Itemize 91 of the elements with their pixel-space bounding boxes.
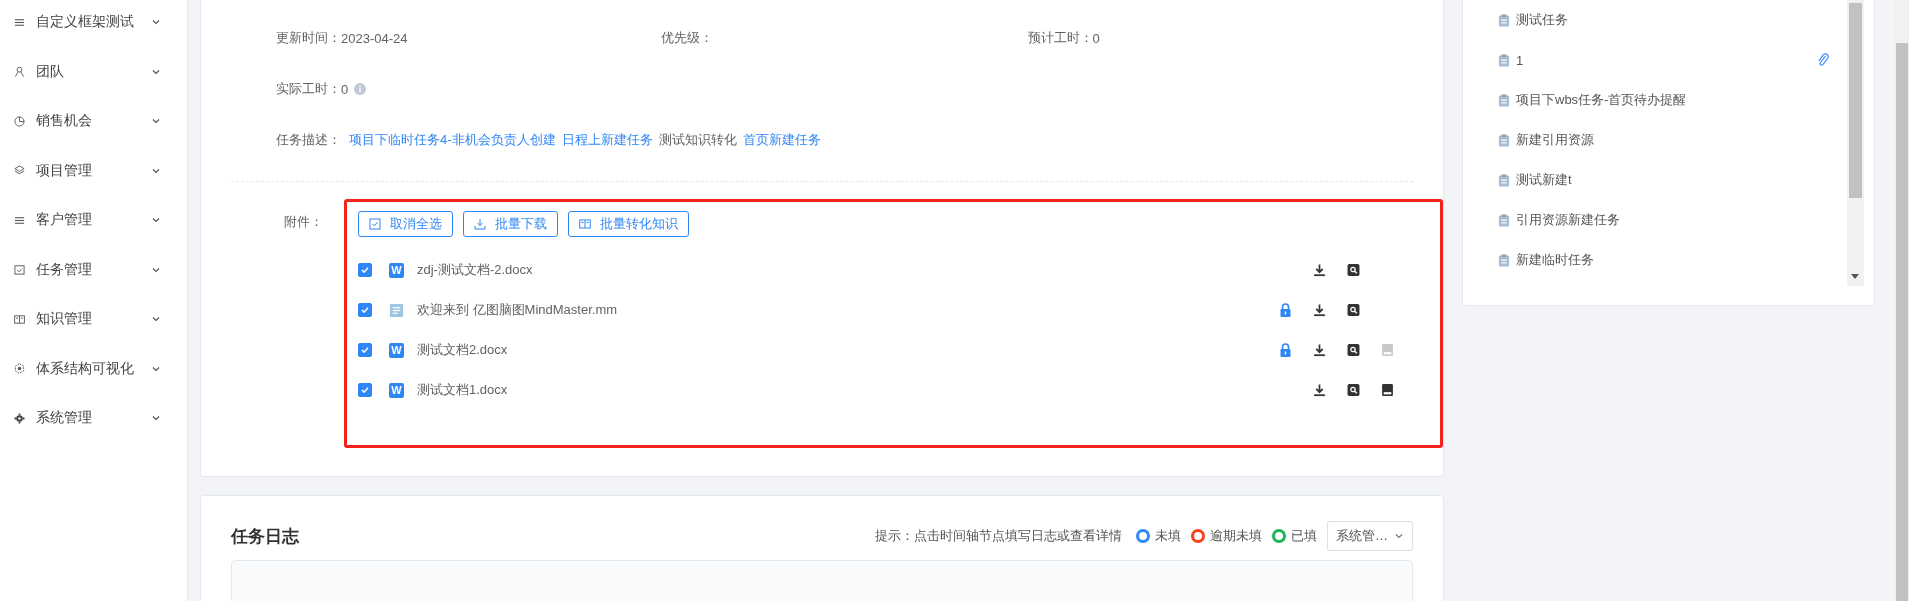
sidebar-item[interactable]: 任务管理 xyxy=(0,250,187,289)
chevron-icon xyxy=(1394,531,1404,541)
checkmark-icon xyxy=(359,304,371,316)
file-name[interactable]: zdj-测试文档-2.docx xyxy=(417,261,1268,279)
preview-icon[interactable] xyxy=(1346,343,1360,357)
description-text: 测试知识转化 xyxy=(658,131,737,149)
menu-icon xyxy=(14,16,25,28)
legend-label: 已填 xyxy=(1291,527,1317,545)
resource-item[interactable]: 测试任务 xyxy=(1498,0,1847,40)
description-link[interactable]: 首页新建任务 xyxy=(742,131,821,149)
chevron-icon xyxy=(151,116,161,126)
preview-icon[interactable] xyxy=(1346,383,1360,397)
book-icon[interactable] xyxy=(1380,383,1394,397)
checkbox[interactable] xyxy=(358,383,372,397)
calendar-icon xyxy=(14,264,25,275)
checkbox[interactable] xyxy=(358,263,372,277)
resource-item[interactable]: 新建引用资源 xyxy=(1498,120,1847,160)
preview-icon[interactable] xyxy=(1346,263,1360,277)
download-icon[interactable] xyxy=(1312,303,1326,317)
chevron-icon xyxy=(151,413,161,423)
checkbox[interactable] xyxy=(358,303,372,317)
field-label: 附件： xyxy=(284,213,324,231)
scrollbar[interactable] xyxy=(1894,0,1909,601)
word-file-icon: W xyxy=(389,342,404,358)
legend-label: 未填 xyxy=(1155,527,1181,545)
sidebar-item[interactable]: 团队 xyxy=(0,52,187,91)
download-icon[interactable] xyxy=(1312,263,1326,277)
field-label: 实际工时： xyxy=(276,80,341,98)
field-label: 任务描述： xyxy=(276,131,341,149)
resource-item[interactable]: 项目下wbs任务-首页待办提醒 xyxy=(1498,80,1847,120)
word-file-icon: W xyxy=(389,382,404,398)
sidebar-item[interactable]: 自定义框架测试 xyxy=(0,3,187,41)
sidebar-item[interactable]: 体系结构可视化 xyxy=(0,349,187,388)
field-label: 预计工时： xyxy=(1027,29,1093,47)
book-icon xyxy=(579,218,591,230)
file-name[interactable]: 欢迎来到 亿图脑图MindMaster.mm xyxy=(417,301,1268,319)
user-select[interactable]: 系统管… xyxy=(1327,521,1413,551)
legend-label: 逾期未填 xyxy=(1210,527,1262,545)
resource-item[interactable]: 新建临时任务 xyxy=(1498,240,1847,280)
clipboard-icon xyxy=(1498,173,1510,187)
download-icon[interactable] xyxy=(1312,383,1326,397)
book-icon xyxy=(14,313,25,325)
scroll-down-icon[interactable] xyxy=(1851,274,1859,280)
chevron-icon xyxy=(151,314,161,324)
network-icon xyxy=(14,363,25,374)
clipboard-icon xyxy=(1498,53,1510,67)
field-label: 更新时间： xyxy=(276,29,341,47)
settings-icon xyxy=(14,412,25,424)
menu-icon xyxy=(14,214,25,226)
description-link[interactable]: 项目下临时任务4-非机会负责人创建 xyxy=(349,131,556,149)
hint-text: 提示：点击时间轴节点填写日志或查看详情 xyxy=(875,527,1122,545)
checkmark-icon xyxy=(359,344,371,356)
checkbox[interactable] xyxy=(358,343,372,357)
field-value: 2023-04-24 xyxy=(341,30,408,46)
outline-button[interactable]: 取消全选 xyxy=(358,211,453,237)
resource-item[interactable]: 测试新建t xyxy=(1498,160,1847,200)
word-file-icon: W xyxy=(389,262,404,278)
file-name[interactable]: 测试文档1.docx xyxy=(417,381,1268,399)
clipboard-icon xyxy=(1498,253,1510,267)
sidebar-item[interactable]: 系统管理 xyxy=(0,399,187,437)
preview-icon[interactable] xyxy=(1346,303,1360,317)
clipboard-icon xyxy=(1498,213,1510,227)
clipboard-icon xyxy=(1498,133,1510,147)
clipboard-icon xyxy=(1498,13,1510,27)
pie-chart-icon xyxy=(14,115,25,127)
resource-item[interactable]: 1 xyxy=(1498,40,1847,80)
chevron-icon xyxy=(151,215,161,225)
field-value: 0 xyxy=(1092,30,1100,46)
resource-item[interactable]: 引用资源新建任务 xyxy=(1498,200,1847,240)
sidebar-item[interactable]: 客户管理 xyxy=(0,201,187,239)
checkmark-icon xyxy=(359,264,371,276)
checkmark-icon xyxy=(359,384,371,396)
sidebar-item[interactable]: 项目管理 xyxy=(0,151,187,190)
layers-icon xyxy=(14,165,25,176)
field-label: 优先级： xyxy=(661,29,714,47)
scrollbar[interactable] xyxy=(1847,0,1864,286)
chevron-icon xyxy=(151,17,161,27)
clipboard-icon xyxy=(1498,93,1510,107)
document-icon xyxy=(389,302,404,318)
field-value: 0 xyxy=(341,81,349,97)
download-icon[interactable] xyxy=(1312,343,1326,357)
outline-button[interactable]: 批量下载 xyxy=(463,211,558,237)
file-name[interactable]: 测试文档2.docx xyxy=(417,341,1268,359)
section-title: 任务日志 xyxy=(231,525,299,548)
sidebar-item[interactable]: 知识管理 xyxy=(0,300,187,338)
download-icon xyxy=(474,218,486,230)
description-link[interactable]: 日程上新建任务 xyxy=(561,131,653,149)
team-icon xyxy=(14,66,25,77)
sidebar-item[interactable]: 销售机会 xyxy=(0,102,187,140)
outline-button[interactable]: 批量转化知识 xyxy=(568,211,689,237)
checkbox-icon xyxy=(369,218,381,230)
